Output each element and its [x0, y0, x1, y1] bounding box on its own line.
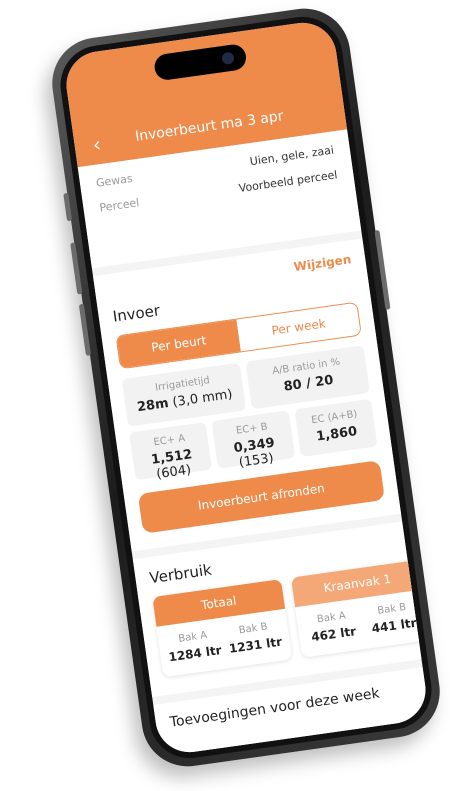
metric-irrigatietijd: Irrigatietijd 28m (3,0 mm) [121, 362, 247, 427]
bak-b: Bak B 1231 ltr [226, 620, 283, 656]
gewas-label: Gewas [95, 171, 134, 190]
bak-b-value: 1231 ltr [228, 634, 283, 656]
gewas-value: Uien, gele, zaai [248, 143, 335, 169]
bak-b-label: Bak B [376, 601, 407, 617]
bak-b-value: 441 ltr [370, 615, 418, 636]
app-screen: ‹ Invoerbeurt ma 3 apr Gewas Uien, gele,… [62, 18, 430, 757]
phone-frame: ‹ Invoerbeurt ma 3 apr Gewas Uien, gele,… [46, 2, 446, 773]
invoer-section: Wijzigen Invoer Per beurt Per week Irrig… [93, 238, 402, 552]
bak-a-value: 462 ltr [310, 624, 357, 645]
metric-ec-ab: EC (A+B) 1,860 [294, 398, 378, 458]
metric-ec-a: EC+ A 1,512 (604) [129, 421, 213, 482]
volume-up-button [70, 242, 83, 295]
usage-card-totaal[interactable]: Totaal Bak A 1284 ltr Bak B 1231 ltr [152, 578, 293, 678]
mute-switch [63, 192, 73, 222]
tab-per-beurt[interactable]: Per beurt [116, 319, 241, 369]
metric-ab-ratio: A/B ratio in % 80 / 20 [245, 345, 370, 410]
metric-value: 1,512 (604) [150, 447, 194, 483]
volume-down-button [78, 303, 92, 356]
usage-card-kraanvak-1[interactable]: Kraanvak 1 Bak A 462 ltr Bak B 441 ltr [290, 559, 430, 658]
bak-a: Bak A 462 ltr [308, 609, 357, 644]
bak-a-value: 1284 ltr [167, 643, 223, 665]
perceel-value: Voorbeeld perceel [237, 168, 339, 195]
tab-per-week[interactable]: Per week [236, 302, 361, 352]
verbruik-section: Verbruik Totaal Bak A 1284 ltr Bak B 123… [132, 521, 430, 698]
phone-bezel: ‹ Invoerbeurt ma 3 apr Gewas Uien, gele,… [55, 11, 437, 764]
bak-a: Bak A 1284 ltr [166, 628, 223, 664]
metric-value: 0,349 (153) [232, 435, 276, 471]
bak-b: Bak B 441 ltr [369, 601, 418, 636]
metric-ec-b: EC+ B 0,349 (153) [211, 410, 295, 471]
camera-icon [221, 51, 235, 66]
perceel-label: Perceel [98, 196, 141, 215]
bak-a-label: Bak A [316, 610, 347, 626]
